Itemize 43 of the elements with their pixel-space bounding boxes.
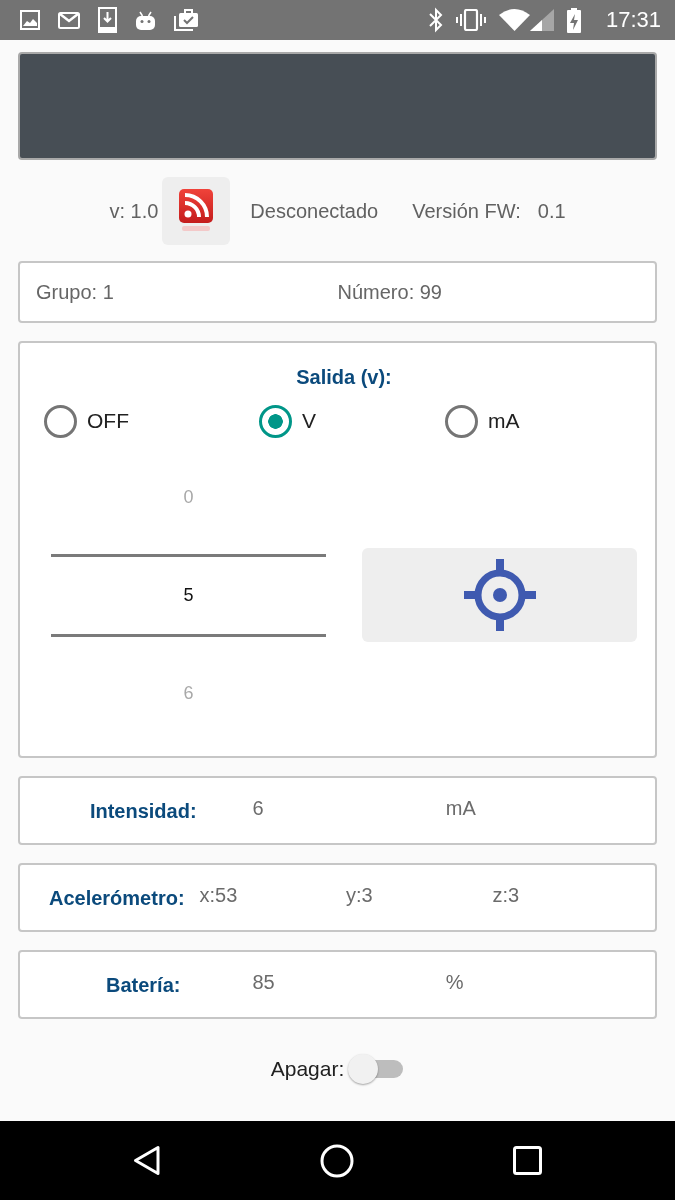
app-version: v: 1.0: [109, 199, 159, 224]
crosshair-icon: [463, 559, 536, 631]
rss-icon: [178, 188, 215, 234]
shutdown-label: Apagar:: [270, 1056, 345, 1083]
signal-icon: [529, 9, 554, 31]
home-icon[interactable]: [320, 1143, 354, 1178]
reading-label: Acelerómetro:: [48, 886, 185, 909]
radio-label[interactable]: mA: [488, 405, 520, 437]
number-text: Número: 99: [337, 281, 442, 303]
mail-icon: [58, 11, 80, 29]
reading-value: x:53: [199, 883, 238, 906]
robot-icon: [135, 9, 156, 31]
firmware-label: Versión FW:: [412, 199, 521, 224]
radio-label[interactable]: OFF: [87, 405, 129, 437]
toggle-switch[interactable]: [348, 1053, 405, 1085]
radio-button[interactable]: [259, 404, 292, 438]
battery-icon: [566, 7, 581, 33]
picker-value[interactable]: 5: [51, 553, 326, 637]
vibrate-icon: [455, 9, 486, 31]
output-title: Salida (v):: [295, 365, 393, 389]
connection-status: Desconectado: [250, 199, 379, 224]
radio-label[interactable]: V: [302, 405, 316, 437]
reading-value: y:3: [346, 883, 373, 906]
image-icon: [20, 10, 40, 30]
rss-button[interactable]: [162, 177, 231, 245]
locate-button[interactable]: [362, 548, 637, 642]
reading-value: mA: [445, 796, 476, 819]
back-icon[interactable]: [133, 1145, 161, 1176]
download-icon: [98, 7, 117, 33]
reading-value: 6: [252, 796, 264, 819]
briefcase-icon: [174, 8, 199, 32]
group-text: Grupo: 1: [36, 281, 114, 303]
reading-label: Intensidad:: [89, 799, 197, 822]
reading-value: 85: [252, 970, 275, 993]
bluetooth-icon: [428, 7, 443, 33]
firmware-version: 0.1: [537, 199, 566, 224]
radio-button[interactable]: [44, 404, 77, 438]
reading-value: %: [445, 970, 464, 993]
reading-value: z:3: [492, 883, 520, 906]
radio-button[interactable]: [445, 404, 478, 438]
reading-label: Batería:: [105, 973, 181, 996]
status-time: 17:31: [605, 7, 661, 33]
recents-icon[interactable]: [513, 1146, 542, 1175]
